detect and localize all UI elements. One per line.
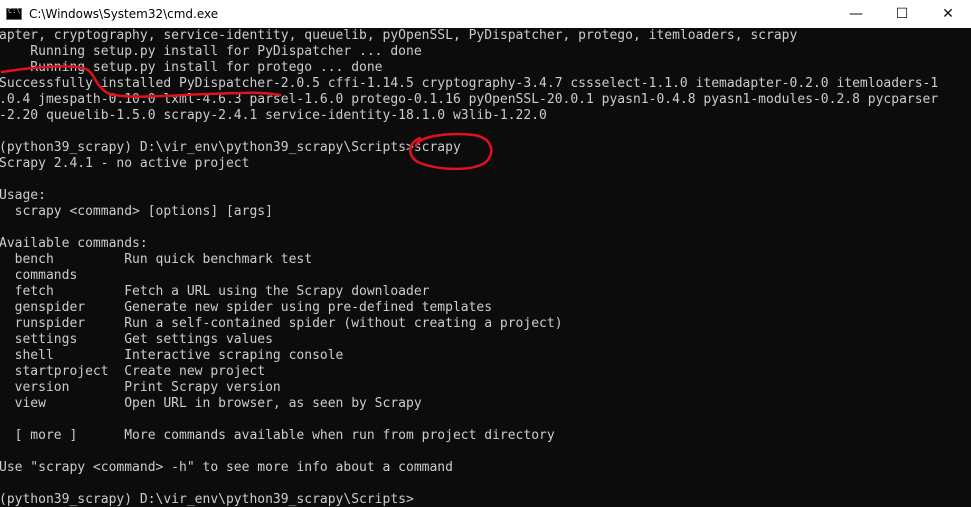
cmd-app-icon [6, 7, 22, 20]
terminal-line: Use "scrapy <command> -h" to see more in… [0, 460, 453, 475]
terminal-line: commands [0, 268, 78, 283]
terminal-line: version Print Scrapy version [0, 380, 281, 395]
close-button[interactable]: ✕ [925, 0, 971, 28]
maximize-button[interactable]: ☐ [879, 0, 925, 28]
terminal-line: shell Interactive scraping console [0, 348, 344, 363]
terminal-line: scrapy <command> [options] [args] [0, 204, 273, 219]
terminal-line: Successfully installed PyDispatcher-2.0.… [0, 76, 939, 91]
window-title: C:\Windows\System32\cmd.exe [29, 7, 219, 21]
terminal-line: (python39_scrapy) D:\vir_env\python39_sc… [0, 140, 461, 155]
terminal-line: Available commands: [0, 236, 148, 251]
terminal-line: runspider Run a self-contained spider (w… [0, 316, 563, 331]
terminal-line: startproject Create new project [0, 364, 266, 379]
window-controls: — ☐ ✕ [833, 0, 971, 28]
terminal-line: Running setup.py install for protego ...… [0, 60, 383, 75]
cmd-window: C:\Windows\System32\cmd.exe — ☐ ✕ apter,… [0, 0, 971, 507]
terminal-line: .0.4 jmespath-0.10.0 lxml-4.6.3 parsel-1… [0, 92, 939, 107]
terminal-output[interactable]: apter, cryptography, service-identity, q… [0, 28, 971, 507]
terminal-line: Scrapy 2.4.1 - no active project [0, 156, 250, 171]
terminal-line: Usage: [0, 188, 46, 203]
terminal-line: Running setup.py install for PyDispatche… [0, 44, 422, 59]
title-bar[interactable]: C:\Windows\System32\cmd.exe — ☐ ✕ [0, 0, 971, 28]
terminal-line: bench Run quick benchmark test [0, 252, 313, 267]
terminal-line: genspider Generate new spider using pre-… [0, 300, 493, 315]
minimize-button[interactable]: — [833, 0, 879, 28]
terminal-line: apter, cryptography, service-identity, q… [0, 28, 798, 43]
terminal-line: settings Get settings values [0, 332, 273, 347]
terminal-line: fetch Fetch a URL using the Scrapy downl… [0, 284, 430, 299]
terminal-line: (python39_scrapy) D:\vir_env\python39_sc… [0, 492, 414, 507]
terminal-line: view Open URL in browser, as seen by Scr… [0, 396, 422, 411]
terminal-line: -2.20 queuelib-1.5.0 scrapy-2.4.1 servic… [0, 108, 547, 123]
terminal-line: [ more ] More commands available when ru… [0, 428, 555, 443]
